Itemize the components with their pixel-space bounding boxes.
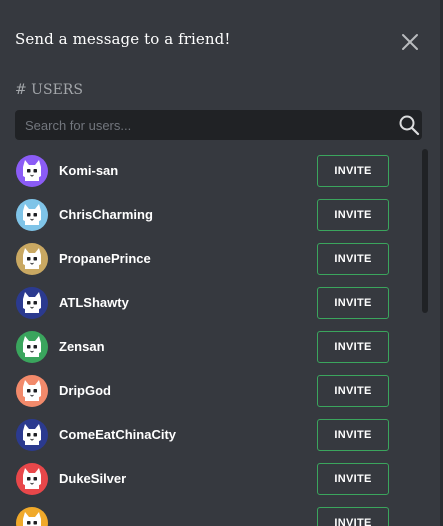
username: PropanePrince — [59, 251, 151, 266]
username: ChrisCharming — [59, 207, 153, 222]
search-box — [15, 110, 422, 140]
username: Komi-san — [59, 163, 119, 178]
user-row-5: DripGod INVITE — [0, 369, 420, 413]
invite-button[interactable]: INVITE — [317, 375, 389, 407]
user-row-1: ChrisCharming INVITE — [0, 193, 420, 237]
cat-avatar-icon — [16, 199, 48, 231]
username: DukeSilver — [59, 471, 127, 486]
cat-avatar-icon — [16, 331, 48, 363]
cat-avatar-icon — [16, 375, 48, 407]
user-row-3: ATLShawty INVITE — [0, 281, 420, 325]
users-section-label: # USERS — [15, 82, 83, 98]
cat-avatar-icon — [16, 463, 48, 495]
username: Zensan — [59, 339, 105, 354]
cat-avatar-icon — [16, 507, 48, 526]
invite-button[interactable]: INVITE — [317, 155, 389, 187]
username: DripGod — [59, 383, 111, 398]
close-icon[interactable] — [400, 32, 420, 52]
cat-avatar-icon — [16, 287, 48, 319]
username: ATLShawty — [59, 295, 129, 310]
user-list-scrollbar[interactable] — [421, 149, 429, 526]
user-row-7: DukeSilver INVITE — [0, 457, 420, 501]
send-message-modal: Send a message to a friend! # USERS Sear… — [0, 0, 443, 526]
user-list: Komi-san INVITE ChrisCharming INVITE Pro… — [0, 149, 420, 526]
user-row-6: ComeEatChinaCity INVITE — [0, 413, 420, 457]
invite-button[interactable]: INVITE — [317, 463, 389, 495]
invite-button[interactable]: INVITE — [317, 199, 389, 231]
cat-avatar-icon — [16, 243, 48, 275]
search-icon[interactable] — [398, 114, 420, 136]
invite-button[interactable]: INVITE — [317, 287, 389, 319]
user-row-8: INVITE — [0, 501, 420, 526]
username: ComeEatChinaCity — [59, 427, 177, 442]
invite-button[interactable]: INVITE — [317, 243, 389, 275]
invite-button[interactable]: INVITE — [317, 331, 389, 363]
invite-button[interactable]: INVITE — [317, 419, 389, 451]
modal-title: Send a message to a friend! — [15, 30, 231, 48]
user-row-4: Zensan INVITE — [0, 325, 420, 369]
search-input[interactable] — [15, 110, 390, 140]
cat-avatar-icon — [16, 419, 48, 451]
user-row-0: Komi-san INVITE — [0, 149, 420, 193]
invite-button[interactable]: INVITE — [317, 507, 389, 526]
scrollbar-thumb[interactable] — [422, 149, 428, 313]
cat-avatar-icon — [16, 155, 48, 187]
user-row-2: PropanePrince INVITE — [0, 237, 420, 281]
